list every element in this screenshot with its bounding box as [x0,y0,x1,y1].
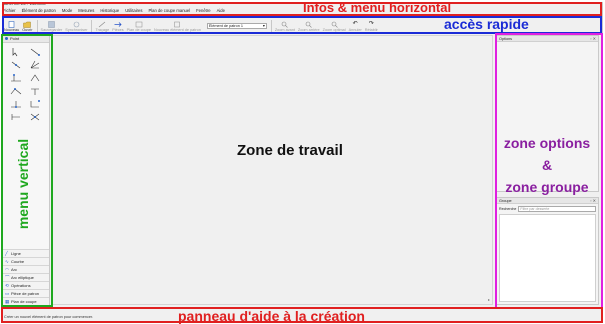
annotation-box-menu [2,2,602,16]
annotation-info-menu: Infos & menu horizontal [303,0,452,15]
annotation-zone-travail: Zone de travail [237,142,343,159]
annotation-acces-rapide: accès rapide [444,16,529,32]
annotation-zone-groupe: zone groupe [505,179,589,195]
workspace-canvas[interactable]: ▸ [52,35,493,305]
annotation-menu-vertical: menu vertical [15,138,31,230]
annotation-panneau-aide: panneau d'aide à la création [178,308,365,324]
annotation-options-group: zone options & zone groupe [497,132,597,198]
annotation-zone-options: zone options [503,135,591,151]
scroll-corner-icon: ▸ [487,297,490,302]
annotation-ampersand: & [541,157,553,173]
